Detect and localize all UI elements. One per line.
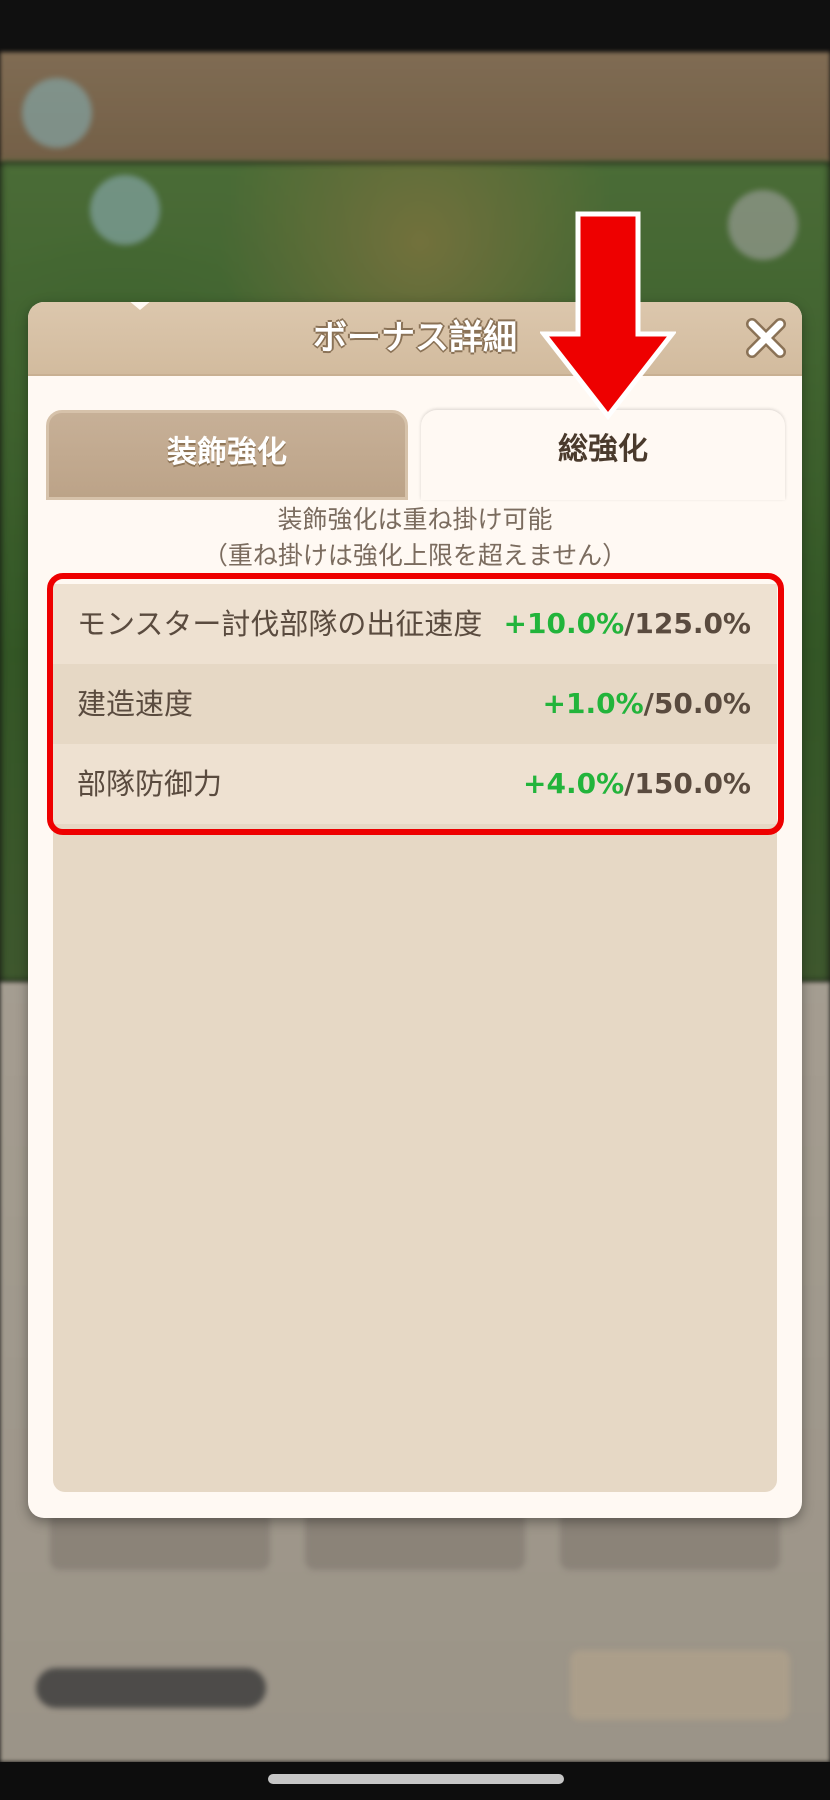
bonus-label: 建造速度 (77, 687, 194, 721)
bonus-row-build-speed: 建造速度 +1.0%/50.0% (53, 664, 777, 744)
bonus-max: /150.0% (624, 767, 751, 800)
bonus-detail-modal: ボーナス詳細 装飾強化 総強化 装飾強化は重ね掛け可能 （重ね掛けは強化上限を超… (28, 302, 802, 1518)
stacking-note: 装飾強化は重ね掛け可能 （重ね掛けは強化上限を超えません） (28, 502, 802, 574)
modal-title: ボーナス詳細 (313, 318, 517, 358)
bonus-label: 部隊防御力 (77, 767, 223, 801)
bonus-current: +4.0% (523, 767, 625, 800)
tab-total-bonus[interactable]: 総強化 (421, 410, 785, 500)
bonus-row-march-speed: モンスター討伐部隊の出征速度 +10.0%/125.0% (53, 584, 777, 664)
bonus-max: /50.0% (643, 687, 751, 720)
bonus-label: モンスター討伐部隊の出征速度 (77, 607, 483, 641)
bonus-value: +1.0%/50.0% (543, 664, 752, 744)
bonus-row-troop-defense: 部隊防御力 +4.0%/150.0% (53, 744, 777, 824)
bonus-value: +10.0%/125.0% (504, 584, 751, 664)
bonus-current: +10.0% (503, 607, 625, 640)
close-icon (746, 318, 786, 358)
close-button[interactable] (744, 316, 788, 360)
bonus-current: +1.0% (542, 687, 644, 720)
bonus-list[interactable]: モンスター討伐部隊の出征速度 +10.0%/125.0% 建造速度 +1.0%/… (53, 584, 777, 1492)
stacking-note-line2: （重ね掛けは強化上限を超えません） (202, 541, 628, 570)
bonus-max: /125.0% (624, 607, 751, 640)
bonus-value: +4.0%/150.0% (523, 744, 751, 824)
stacking-note-line1: 装飾強化は重ね掛け可能 (277, 505, 553, 534)
tab-decoration-bonus[interactable]: 装飾強化 (46, 410, 408, 500)
